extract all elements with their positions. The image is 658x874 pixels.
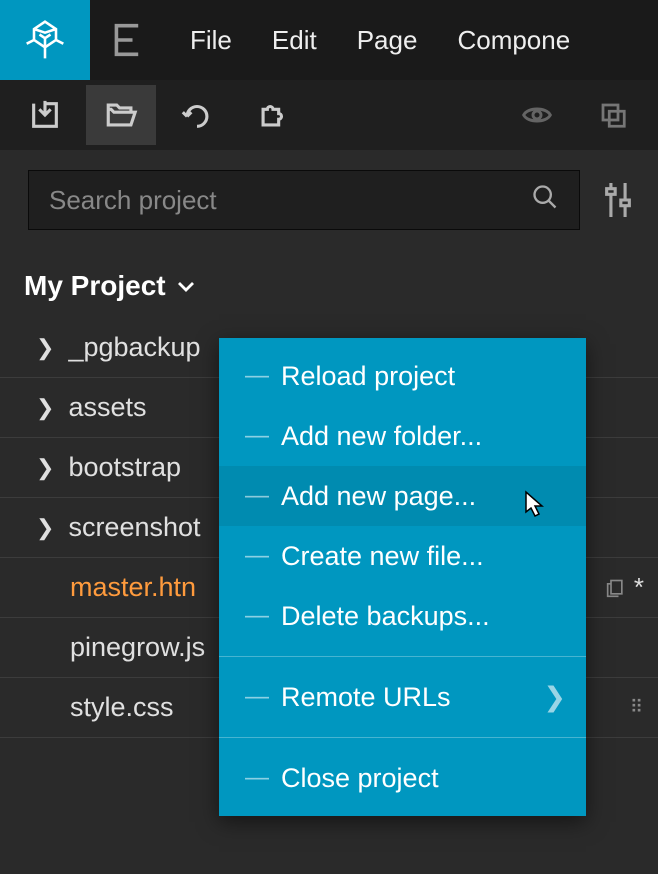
ctx-remote-urls[interactable]: — Remote URLs ❯ [219, 667, 586, 727]
import-button[interactable] [10, 85, 80, 145]
ctx-label: Create new file... [281, 541, 484, 572]
file-name: master.htn [70, 572, 196, 603]
ctx-label: Add new folder... [281, 421, 482, 452]
dash-icon: — [245, 683, 263, 711]
file-status-icons: * [606, 572, 658, 603]
menu-edit[interactable]: Edit [272, 25, 317, 56]
chevron-right-icon: ❯ [36, 515, 54, 541]
copy-icon [598, 100, 628, 130]
menu-component[interactable]: Compone [457, 25, 570, 56]
duplicate-icon [606, 578, 626, 598]
chevron-right-icon: ❯ [36, 335, 54, 361]
menu-page[interactable]: Page [357, 25, 418, 56]
folder-name: _pgbackup [68, 332, 200, 363]
modified-asterisk: * [634, 572, 644, 603]
eye-icon [521, 99, 553, 131]
chevron-right-icon: ❯ [36, 395, 54, 421]
settings-button[interactable] [598, 180, 638, 220]
ctx-reload-project[interactable]: — Reload project [219, 346, 586, 406]
search-row [0, 150, 658, 240]
dash-icon: — [245, 482, 263, 510]
dash-icon: — [245, 764, 263, 792]
dash-icon: — [245, 362, 263, 390]
ctx-create-file[interactable]: — Create new file... [219, 526, 586, 586]
copy-button[interactable] [578, 85, 648, 145]
folder-name: bootstrap [68, 452, 181, 483]
plugin-button[interactable] [238, 85, 308, 145]
import-icon [28, 98, 62, 132]
ctx-add-page[interactable]: — Add new page... [219, 466, 586, 526]
ctx-label: Add new page... [281, 481, 476, 512]
chevron-right-icon: ❯ [36, 455, 54, 481]
chevron-right-icon: ❯ [543, 682, 566, 713]
project-title: My Project [24, 270, 166, 302]
search-box[interactable] [28, 170, 580, 230]
ctx-delete-backups[interactable]: — Delete backups... [219, 586, 586, 646]
undo-button[interactable] [162, 85, 232, 145]
search-icon [531, 183, 559, 218]
folder-name: assets [68, 392, 146, 423]
ctx-label: Close project [281, 763, 439, 794]
ctx-label: Remote URLs [281, 682, 451, 713]
title-bar: File Edit Page Compone [0, 0, 658, 80]
undo-icon [180, 98, 214, 132]
project-context-menu: — Reload project — Add new folder... — A… [219, 338, 586, 816]
e-logo [90, 0, 160, 80]
file-name: pinegrow.js [70, 632, 205, 663]
ctx-add-folder[interactable]: — Add new folder... [219, 406, 586, 466]
ctx-label: Delete backups... [281, 601, 490, 632]
folder-open-icon [104, 98, 138, 132]
pinecone-icon [23, 18, 67, 62]
dash-icon: — [245, 542, 263, 570]
ctx-close-project[interactable]: — Close project [219, 748, 586, 808]
ctx-label: Reload project [281, 361, 455, 392]
folder-name: screenshot [68, 512, 200, 543]
search-input[interactable] [49, 185, 531, 216]
main-menu: File Edit Page Compone [160, 25, 658, 56]
menu-divider [219, 737, 586, 738]
menu-divider [219, 656, 586, 657]
puzzle-icon [256, 98, 290, 132]
e-icon [107, 20, 143, 60]
project-heading[interactable]: My Project [0, 240, 658, 318]
folder-button[interactable] [86, 85, 156, 145]
pinegrow-logo[interactable] [0, 0, 90, 80]
dash-icon: — [245, 602, 263, 630]
toolbar [0, 80, 658, 150]
chevron-down-icon [176, 279, 196, 293]
menu-file[interactable]: File [190, 25, 232, 56]
more-icon[interactable]: ⠿ [630, 697, 658, 718]
tools-icon [601, 180, 635, 220]
visibility-button[interactable] [502, 85, 572, 145]
dash-icon: — [245, 422, 263, 450]
file-name: style.css [70, 692, 174, 723]
